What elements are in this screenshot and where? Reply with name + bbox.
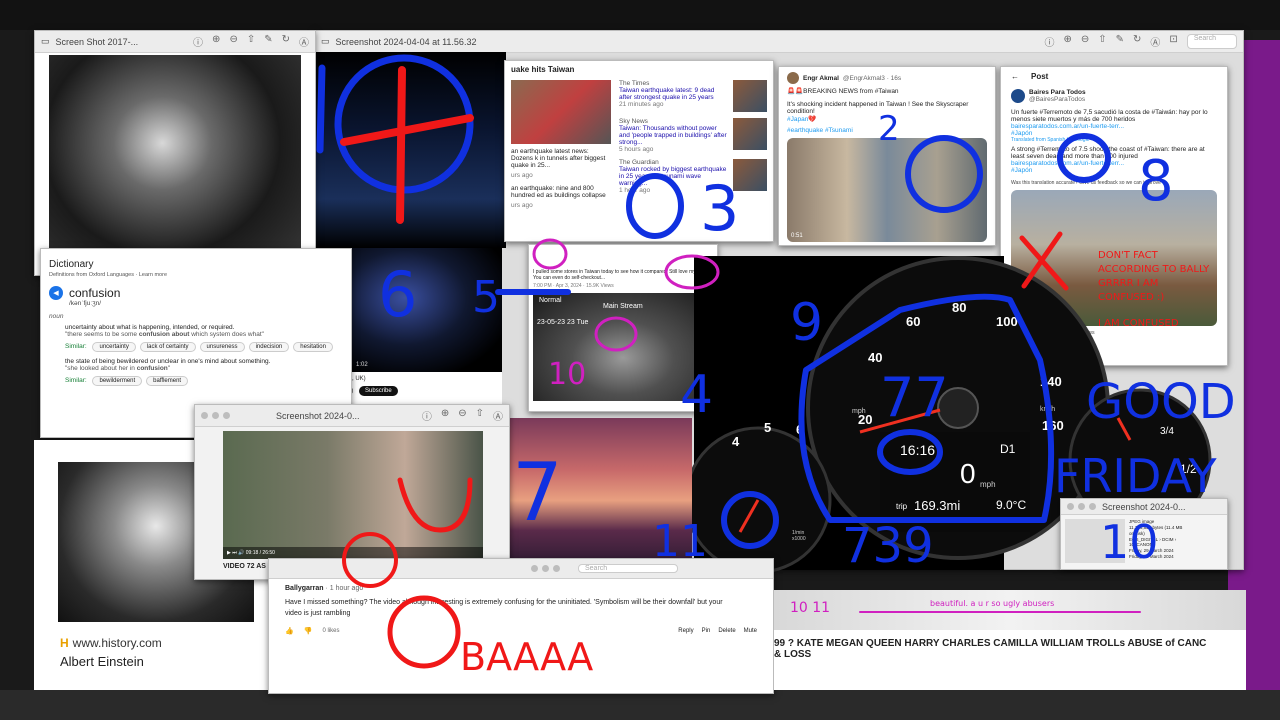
clock-readout: 16:16 bbox=[900, 442, 936, 458]
zoom-out-icon[interactable]: ⊖ bbox=[229, 34, 237, 49]
photo-window-title: Screen Shot 2017-... bbox=[55, 36, 139, 47]
dictionary-source[interactable]: Definitions from Oxford Languages · Lear… bbox=[49, 272, 343, 278]
sidebar-toggle-icon[interactable]: ▭ bbox=[41, 36, 50, 47]
speed-tick-140: 140 bbox=[1040, 374, 1062, 389]
comment-time: · 1 hour ago bbox=[325, 585, 364, 592]
trip-label: trip bbox=[896, 502, 908, 511]
trip-readout: 169.3mi bbox=[914, 498, 961, 513]
speedometer-hub bbox=[937, 387, 979, 429]
speed-tick-60: 60 bbox=[906, 314, 921, 329]
zoom-out-icon[interactable]: ⊖ bbox=[458, 408, 466, 423]
speed-readout: 0 bbox=[960, 458, 976, 489]
rpm-unit: 1/min x1000 bbox=[792, 530, 806, 542]
synonym-chip[interactable]: unsureness bbox=[199, 342, 245, 352]
thumbnail-strip bbox=[774, 590, 1246, 630]
info-icon[interactable]: ⓘ bbox=[193, 34, 203, 49]
synonym-chip[interactable]: bewilderment bbox=[92, 376, 143, 386]
jpeg-info-line: Friday, 29 March 2024 bbox=[1129, 554, 1174, 560]
mph-label: mph bbox=[852, 408, 866, 415]
video72-window: Screenshot 2024-0... ⓘ ⊕ ⊖ ⇧ Ⓐ ▶ ⏭ 🔊 09:… bbox=[194, 404, 510, 580]
bottom-dark-strip bbox=[0, 690, 1280, 720]
jpeg-thumbnail bbox=[1065, 519, 1125, 563]
rotate-icon[interactable]: ↻ bbox=[282, 34, 290, 49]
small-screenshot-window-b: Screenshot 2024-0... JPEG image 11,336,8… bbox=[1060, 498, 1228, 570]
thumbs-up-icon[interactable]: 👍 bbox=[285, 627, 294, 635]
photo-screenshot-window: ▭ Screen Shot 2017-... ⓘ ⊕ ⊖ ⇧ ✎ ↻ Ⓐ bbox=[34, 30, 316, 276]
vintage-photo bbox=[49, 55, 301, 275]
comment-author[interactable]: Ballygarran bbox=[285, 585, 324, 592]
fuel-tick-3-4: 3/4 bbox=[1160, 426, 1174, 437]
share-icon[interactable]: ⇧ bbox=[247, 34, 255, 49]
delete-button[interactable]: Delete bbox=[718, 628, 735, 634]
source-site[interactable]: www.history.com bbox=[73, 636, 162, 650]
like-count: 0 likes bbox=[322, 628, 340, 634]
markup-icon[interactable]: ✎ bbox=[264, 34, 272, 49]
speed-tick-160: 160 bbox=[1042, 418, 1064, 433]
bottom-ticker: 99 ? KATE MEGAN QUEEN HARRY CHARLES CAMI… bbox=[774, 590, 1246, 690]
sunset-image bbox=[506, 418, 692, 568]
ticker-line-1[interactable]: 99 ? KATE MEGAN QUEEN HARRY CHARLES CAMI… bbox=[774, 638, 1246, 649]
speaker-icon[interactable]: ◀ bbox=[49, 286, 63, 300]
photo-window-titlebar: ▭ Screen Shot 2017-... ⓘ ⊕ ⊖ ⇧ ✎ ↻ Ⓐ bbox=[35, 31, 315, 53]
thumbs-down-icon[interactable]: 👎 bbox=[304, 627, 313, 635]
definition-1: uncertainty about what is happening, int… bbox=[65, 324, 235, 331]
kmh-label: km/h bbox=[1040, 406, 1056, 413]
speed-tick-100: 100 bbox=[996, 314, 1018, 329]
zoom-in-icon[interactable]: ⊕ bbox=[441, 408, 449, 423]
video72-window-title: Screenshot 2024-0... bbox=[276, 410, 360, 421]
synonym-chip[interactable]: hesitation bbox=[293, 342, 333, 352]
synonym-chip[interactable]: uncertainty bbox=[92, 342, 136, 352]
example-1-pre: "there seems to be some bbox=[65, 331, 139, 338]
annotate-icon[interactable]: Ⓐ bbox=[299, 34, 309, 49]
definition-2: the state of being bewildered or unclear… bbox=[65, 358, 271, 365]
share-icon[interactable]: ⇧ bbox=[476, 408, 484, 423]
example-2-post: " bbox=[167, 365, 171, 372]
temperature-readout: 9.0°C bbox=[996, 498, 1027, 512]
jpeg-info-line: 11,336,837 bytes (11.4 MB bbox=[1129, 524, 1183, 530]
comment-window: Search Ballygarran · 1 hour ago Have I m… bbox=[268, 558, 774, 694]
ticker-line-2[interactable]: & LOSS bbox=[774, 649, 1246, 660]
example-2-pre: "she looked about her in bbox=[65, 365, 137, 372]
example-2-bold: confusion bbox=[136, 365, 168, 372]
comment-search[interactable]: Search bbox=[578, 564, 679, 573]
example-1-post: which system does what" bbox=[189, 331, 264, 338]
similar-label: Similar: bbox=[65, 377, 87, 384]
video72-time: 09:18 / 26:50 bbox=[245, 550, 275, 556]
video72-player[interactable]: ▶ ⏭ 🔊 09:18 / 26:50 bbox=[223, 431, 483, 559]
speed-tick-80: 80 bbox=[952, 300, 967, 315]
dictionary-heading: Dictionary bbox=[49, 259, 94, 270]
dictionary-phonetic: /kənˈfjuːʒn/ bbox=[69, 300, 102, 307]
synonym-chip[interactable]: lack of certainty bbox=[139, 342, 196, 352]
synonym-chip[interactable]: indecision bbox=[248, 342, 290, 352]
gear-readout: D1 bbox=[1000, 442, 1016, 456]
fuel-tick-1-2: 1/2 bbox=[1180, 462, 1197, 476]
einstein-name[interactable]: Albert Einstein bbox=[60, 654, 144, 669]
pin-button[interactable]: Pin bbox=[702, 628, 711, 634]
dictionary-pos: noun bbox=[49, 313, 64, 320]
rpm-tick-6: 6 bbox=[796, 422, 804, 437]
speed-readout-unit: mph bbox=[980, 480, 996, 489]
similar-label: Similar: bbox=[65, 343, 87, 350]
jpeg-info: JPEG image 11,336,837 bytes (11.4 MB on … bbox=[1129, 519, 1182, 563]
rpm-tick-4: 4 bbox=[732, 434, 740, 449]
speed-tick-40: 40 bbox=[868, 350, 883, 365]
comment-text: Have I missed something? The video altho… bbox=[285, 599, 723, 617]
example-1-bold: confusion about bbox=[138, 331, 190, 338]
zoom-in-icon[interactable]: ⊕ bbox=[212, 34, 220, 49]
rpm-tick-5: 5 bbox=[764, 420, 772, 435]
synonym-chip[interactable]: bafflement bbox=[146, 376, 189, 386]
mute-button[interactable]: Mute bbox=[744, 628, 757, 634]
reply-button[interactable]: Reply bbox=[678, 628, 693, 634]
dictionary-word: confusion bbox=[69, 286, 121, 300]
small-window-title: Screenshot 2024-0... bbox=[1102, 501, 1186, 512]
annotate-icon[interactable]: Ⓐ bbox=[493, 408, 503, 423]
info-icon[interactable]: ⓘ bbox=[422, 408, 432, 423]
history-logo-icon: H bbox=[60, 636, 69, 650]
